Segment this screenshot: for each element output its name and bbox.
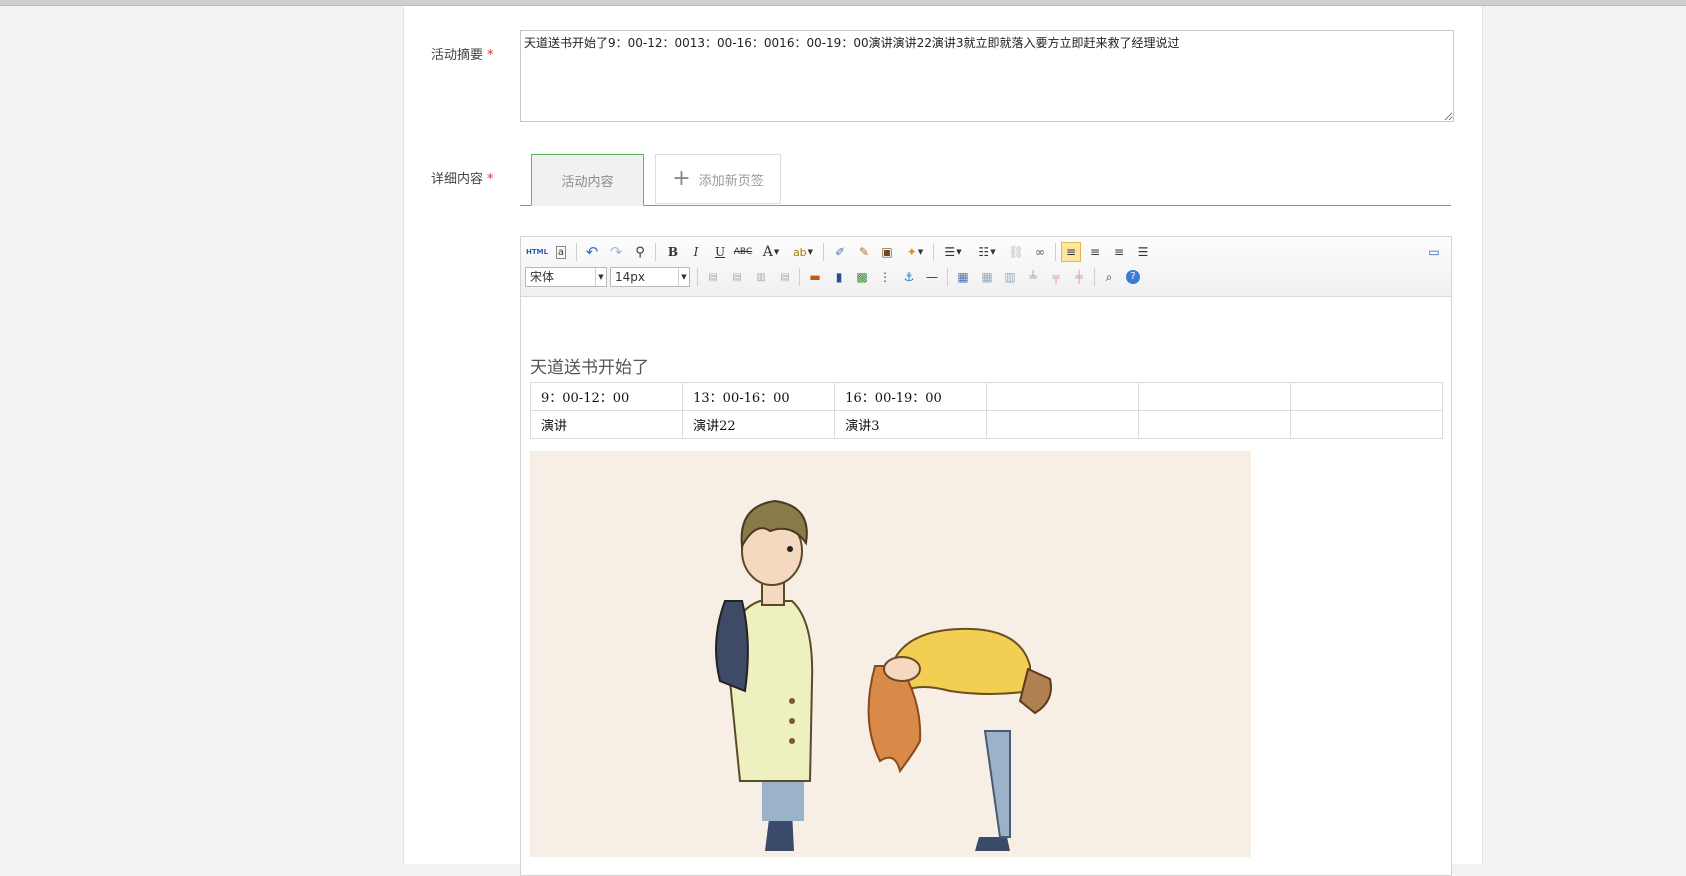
format-brush-icon[interactable]: ✎ xyxy=(854,242,874,262)
italic-icon[interactable]: I xyxy=(686,242,706,262)
toolbar-separator xyxy=(655,243,656,261)
anchor-icon[interactable]: ⚓ xyxy=(899,267,919,287)
unlink-icon[interactable]: ⛓ xyxy=(1006,242,1026,262)
text-a-icon[interactable]: a xyxy=(551,242,571,262)
table-cell[interactable] xyxy=(1138,382,1292,411)
video-icon[interactable]: ▮ xyxy=(829,267,849,287)
numbered-list-icon[interactable]: ☷ ▼ xyxy=(973,242,1001,262)
font-family-select[interactable]: 宋体 ▼ xyxy=(525,267,607,287)
img-right-icon[interactable]: ▥ xyxy=(751,267,771,287)
highlight-icon[interactable]: ab ▼ xyxy=(789,242,817,262)
img-center-icon[interactable]: ▤ xyxy=(775,267,795,287)
image-icon[interactable]: ▬ xyxy=(805,267,825,287)
tab-label: 活动内容 xyxy=(561,174,614,190)
table-cell[interactable]: 16：00-19：00 xyxy=(834,382,988,411)
align-justify-icon[interactable]: ☰ xyxy=(1133,242,1153,262)
table-cell[interactable]: 9：00-12：00 xyxy=(529,382,684,411)
tab-activity-content[interactable]: 活动内容 xyxy=(531,154,644,206)
summary-label-text: 活动摘要 xyxy=(431,48,484,63)
delete-table-icon[interactable]: ╪ xyxy=(1069,267,1089,287)
bold-icon[interactable]: B xyxy=(663,242,683,262)
merge-icon[interactable]: ╧ xyxy=(1023,267,1043,287)
rich-text-editor: HTML a ↶ ↷ ⚲ B I U ABC A ▼ ab ▼ ✐ ✎ ▣ ✦ ▼ ☰… xyxy=(520,236,1452,876)
table-cell[interactable]: 演讲22 xyxy=(682,410,836,439)
details-label-text: 详细内容 xyxy=(431,172,484,187)
align-center-icon[interactable]: ≡ xyxy=(1085,242,1105,262)
font-family-value: 宋体 xyxy=(530,270,555,284)
details-label: 详细内容 * xyxy=(431,168,494,187)
html-source-icon[interactable]: HTML xyxy=(526,242,548,262)
editor-toolbar: HTML a ↶ ↷ ⚲ B I U ABC A ▼ ab ▼ ✐ ✎ ▣ ✦ ▼ ☰… xyxy=(521,237,1451,297)
undo-icon[interactable]: ↶ xyxy=(582,242,602,262)
horizontal-rule-icon[interactable]: — xyxy=(922,267,942,287)
plus-icon: + xyxy=(672,166,691,191)
toolbar-separator xyxy=(823,243,824,261)
chevron-down-icon: ▼ xyxy=(595,268,606,286)
column-icon[interactable]: ⋮ xyxy=(875,267,895,287)
embedded-illustration[interactable] xyxy=(530,451,1251,857)
required-mark: * xyxy=(487,172,494,187)
eraser-icon[interactable]: ✐ xyxy=(830,242,850,262)
summary-textarea[interactable]: 天道送书开始了9：00-12：0013：00-16：0016：00-19：00演… xyxy=(520,30,1454,122)
table-row: 演讲 演讲22 演讲3 xyxy=(529,410,1443,439)
column-insert-icon[interactable]: ▥ xyxy=(1000,267,1020,287)
cartoon-couple-image xyxy=(530,451,1251,857)
split-icon[interactable]: ╤ xyxy=(1046,267,1066,287)
table-row: 9：00-12：00 13：00-16：00 16：00-19：00 xyxy=(529,382,1443,411)
img-left-icon[interactable]: ▤ xyxy=(703,267,723,287)
table-cell[interactable]: 演讲3 xyxy=(834,410,988,439)
img-inline-icon[interactable]: ▤ xyxy=(727,267,747,287)
schedule-table[interactable]: 9：00-12：00 13：00-16：00 16：00-19：00 演讲 演讲… xyxy=(529,382,1443,439)
redo-icon[interactable]: ↷ xyxy=(606,242,626,262)
table-icon[interactable]: ▦ xyxy=(953,267,973,287)
map-icon[interactable]: ▩ xyxy=(852,267,872,287)
row-icon[interactable]: ▦ xyxy=(977,267,997,287)
required-mark: * xyxy=(487,48,494,63)
toolbar-separator xyxy=(799,268,800,286)
table-cell[interactable]: 演讲 xyxy=(529,410,684,439)
toolbar-separator xyxy=(933,243,934,261)
table-cell[interactable] xyxy=(1138,410,1292,439)
table-cell[interactable] xyxy=(1290,382,1443,411)
toolbar-separator xyxy=(1055,243,1056,261)
link-icon[interactable]: ∞ xyxy=(1030,242,1050,262)
table-cell[interactable] xyxy=(1290,410,1443,439)
find-icon[interactable]: ⚲ xyxy=(630,242,650,262)
table-cell[interactable] xyxy=(986,382,1140,411)
toolbar-separator xyxy=(576,243,577,261)
table-cell[interactable]: 13：00-16：00 xyxy=(682,382,836,411)
font-size-select[interactable]: 14px ▼ xyxy=(610,267,690,287)
add-tab-label: 添加新页签 xyxy=(698,173,764,189)
font-color-icon[interactable]: A ▼ xyxy=(757,242,785,262)
fullscreen-icon[interactable]: ▭ xyxy=(1424,242,1444,262)
add-tab-button[interactable]: + 添加新页签 xyxy=(655,154,781,204)
toolbar-separator xyxy=(697,268,698,286)
underline-icon[interactable]: U xyxy=(710,242,730,262)
preview-icon[interactable]: ⌕ xyxy=(1099,267,1119,287)
align-right-icon[interactable]: ≡ xyxy=(1109,242,1129,262)
table-cell[interactable] xyxy=(986,410,1140,439)
magic-wand-icon[interactable]: ✦ ▼ xyxy=(901,242,929,262)
toolbar-separator xyxy=(1094,268,1095,286)
content-heading: 天道送书开始了 xyxy=(530,358,649,378)
paste-icon[interactable]: ▣ xyxy=(877,242,897,262)
help-icon[interactable]: ? xyxy=(1123,267,1143,287)
summary-label: 活动摘要 * xyxy=(431,44,494,63)
toolbar-separator xyxy=(947,268,948,286)
tab-bar-line xyxy=(520,205,1451,206)
align-left-icon[interactable]: ≡ xyxy=(1061,242,1081,262)
chevron-down-icon: ▼ xyxy=(678,268,689,286)
bullet-list-icon[interactable]: ☰ ▼ xyxy=(939,242,967,262)
font-size-value: 14px xyxy=(615,270,645,284)
strikethrough-icon[interactable]: ABC xyxy=(733,242,753,262)
